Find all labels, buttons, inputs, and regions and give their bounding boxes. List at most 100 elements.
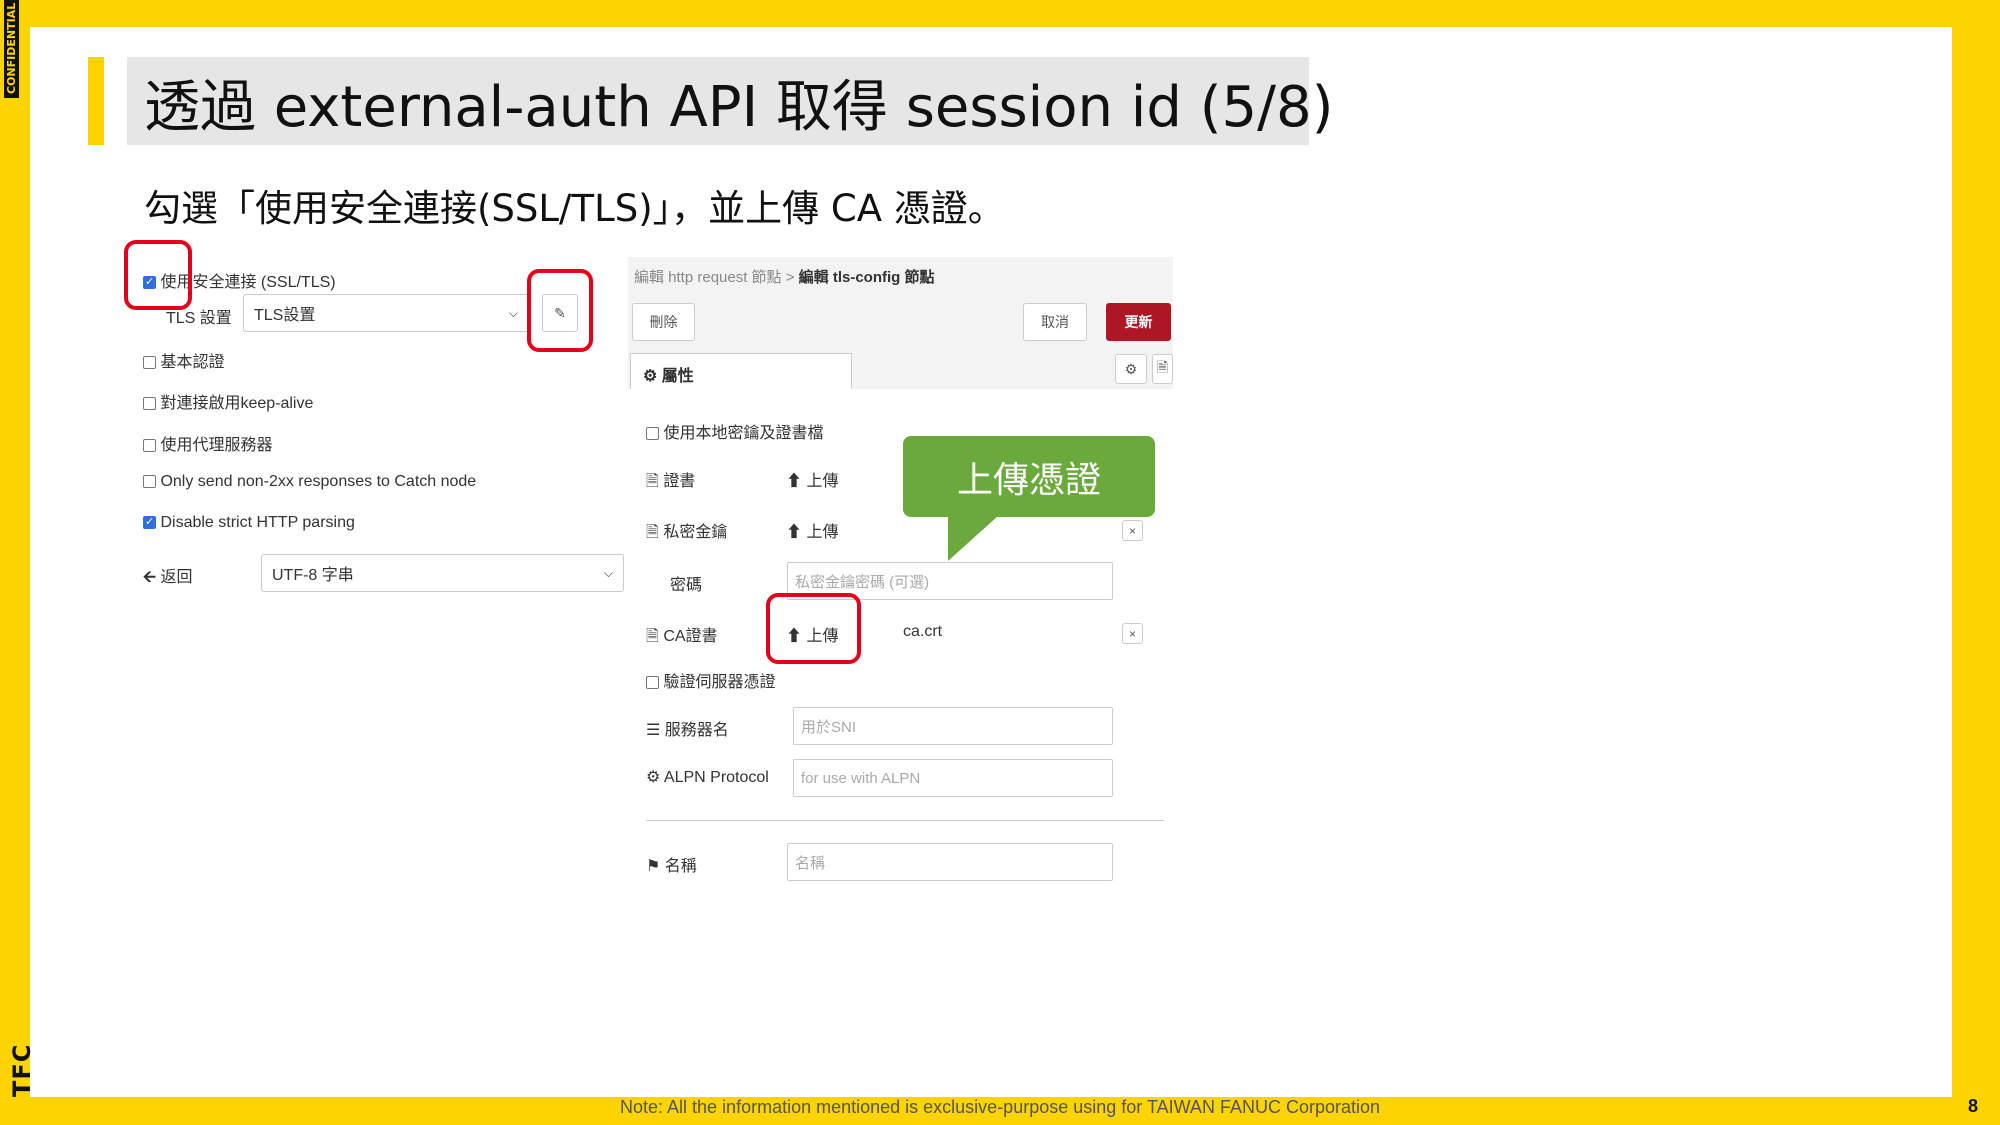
option-label: 對連接啟用keep-alive	[160, 395, 314, 412]
return-label-row: 🡨 返回	[143, 563, 192, 593]
tls-label: TLS 設置	[166, 310, 232, 327]
option-checkbox[interactable]	[143, 356, 156, 370]
option-row[interactable]: 基本認證	[143, 348, 224, 372]
servername-label-row: ☰ 服務器名	[646, 716, 729, 740]
slide: CONFIDENTIAL TFC 透過 external-auth API 取得…	[0, 0, 2000, 1125]
cert-label-row: 🗎 證書	[646, 467, 695, 497]
tls-select-value: TLS設置	[254, 307, 316, 324]
cancel-button-label: 取消	[1041, 314, 1069, 330]
document-icon: 🗎	[1156, 359, 1169, 375]
option-label: Only send non-2xx responses to Catch nod…	[160, 473, 477, 490]
ca-filename: ca.crt	[903, 623, 943, 640]
name-input[interactable]: 名稱	[787, 843, 1113, 881]
tag-icon: ⚑	[646, 858, 661, 875]
footer-note: Note: All the information mentioned is e…	[620, 1097, 1380, 1117]
file-icon: 🗎	[646, 473, 659, 490]
tab-properties[interactable]: ⚙ 屬性	[630, 353, 852, 390]
tls-select[interactable]: TLS設置 ⌵	[243, 294, 529, 332]
option-checkbox[interactable]	[143, 515, 156, 530]
slide-subtitle: 勾選「使用安全連接(SSL/TLS)」，並上傳 CA 憑證。	[144, 187, 1005, 230]
breadcrumb: 編輯 http request 節點 > 編輯 tls-config 節點	[634, 266, 935, 287]
file-icon: 🗎	[646, 628, 659, 645]
name-placeholder: 名稱	[795, 854, 826, 872]
close-icon: ×	[1128, 626, 1136, 641]
settings-button[interactable]: ⚙	[1115, 354, 1147, 384]
passphrase-placeholder: 私密金鑰密碼 (可選)	[795, 573, 930, 591]
confidential-label: CONFIDENTIAL	[4, 0, 19, 98]
tls-editor-toolbar	[628, 295, 1173, 345]
option-label: 基本認證	[160, 354, 225, 371]
cogs-icon: ⚙	[646, 769, 661, 786]
divider	[646, 820, 1164, 821]
brand-logo: TFC	[8, 1043, 36, 1097]
close-icon: ×	[1128, 523, 1136, 538]
verify-checkbox[interactable]	[646, 676, 659, 690]
key-clear-button[interactable]: ×	[1122, 520, 1143, 541]
ca-label: CA證書	[663, 628, 718, 645]
page-number: 8	[1968, 1096, 1979, 1116]
option-checkbox[interactable]	[143, 439, 156, 453]
local-files-row[interactable]: 使用本地密鑰及證書檔	[646, 419, 823, 443]
alpn-label: ALPN Protocol	[663, 769, 769, 786]
return-select[interactable]: UTF-8 字串 ⌵	[261, 554, 624, 592]
name-label: 名稱	[664, 858, 697, 875]
key-upload-button[interactable]: ⬆ 上傳	[786, 518, 838, 542]
option-checkbox[interactable]	[143, 397, 156, 411]
tab-properties-label: 屬性	[661, 368, 694, 385]
highlight-ssl-checkbox	[124, 240, 192, 310]
option-label: 使用代理服務器	[160, 437, 273, 454]
option-row[interactable]: Disable strict HTTP parsing	[143, 514, 355, 532]
alpn-label-row: ⚙ ALPN Protocol	[646, 767, 769, 787]
local-files-label: 使用本地密鑰及證書檔	[663, 425, 824, 442]
description-button[interactable]: 🗎	[1152, 354, 1173, 384]
ca-clear-button[interactable]: ×	[1122, 623, 1143, 644]
update-button-label: 更新	[1124, 314, 1153, 330]
highlight-ca-upload	[766, 593, 861, 664]
gear-icon: ⚙	[643, 368, 658, 385]
chevron-down-icon: ⌵	[603, 565, 613, 580]
upload-icon: ⬆	[786, 473, 803, 490]
cert-upload-label: 上傳	[806, 473, 839, 490]
title-accent-bar	[88, 57, 104, 145]
slide-title: 透過 external-auth API 取得 session id (5/8)	[144, 75, 1334, 140]
cert-upload-button[interactable]: ⬆ 上傳	[786, 467, 838, 491]
key-label-row: 🗎 私密金鑰	[646, 518, 727, 548]
option-row[interactable]: Only send non-2xx responses to Catch nod…	[143, 473, 476, 491]
update-button[interactable]: 更新	[1106, 303, 1171, 341]
key-label: 私密金鑰	[663, 524, 728, 541]
name-label-row: ⚑ 名稱	[646, 852, 697, 876]
option-label: Disable strict HTTP parsing	[160, 514, 355, 531]
upload-callout: 上傳憑證	[903, 436, 1155, 517]
option-row[interactable]: 對連接啟用keep-alive	[143, 389, 313, 413]
breadcrumb-current: 編輯 tls-config 節點	[798, 269, 935, 286]
chevron-down-icon: ⌵	[508, 305, 518, 320]
cert-label: 證書	[663, 473, 696, 490]
callout-tail	[948, 516, 998, 561]
upload-icon: ⬆	[786, 524, 803, 541]
breadcrumb-parent[interactable]: 編輯 http request 節點	[634, 269, 782, 286]
passphrase-label: 密碼	[670, 577, 703, 594]
file-icon: 🗎	[646, 524, 659, 541]
gear-icon: ⚙	[1124, 360, 1138, 377]
verify-row[interactable]: 驗證伺服器憑證	[646, 668, 775, 692]
servername-label: 服務器名	[664, 722, 729, 739]
return-select-value: UTF-8 字串	[272, 567, 354, 584]
alpn-input[interactable]: for use with ALPN	[793, 759, 1113, 797]
alpn-placeholder: for use with ALPN	[801, 769, 921, 787]
delete-button-label: 刪除	[649, 314, 678, 330]
return-label: 返回	[160, 569, 193, 586]
option-row[interactable]: 使用代理服務器	[143, 431, 272, 455]
cancel-button[interactable]: 取消	[1023, 303, 1087, 341]
delete-button[interactable]: 刪除	[632, 303, 695, 341]
highlight-edit-button	[527, 269, 593, 352]
servername-placeholder: 用於SNI	[801, 718, 857, 736]
key-upload-label: 上傳	[806, 524, 839, 541]
verify-label: 驗證伺服器憑證	[663, 674, 776, 691]
breadcrumb-separator: >	[785, 269, 795, 286]
ca-label-row: 🗎 CA證書	[646, 622, 718, 652]
servername-input[interactable]: 用於SNI	[793, 707, 1113, 745]
local-files-checkbox[interactable]	[646, 427, 659, 441]
arrow-left-icon: 🡨	[143, 569, 156, 586]
server-icon: ☰	[646, 722, 661, 739]
option-checkbox[interactable]	[143, 475, 156, 489]
